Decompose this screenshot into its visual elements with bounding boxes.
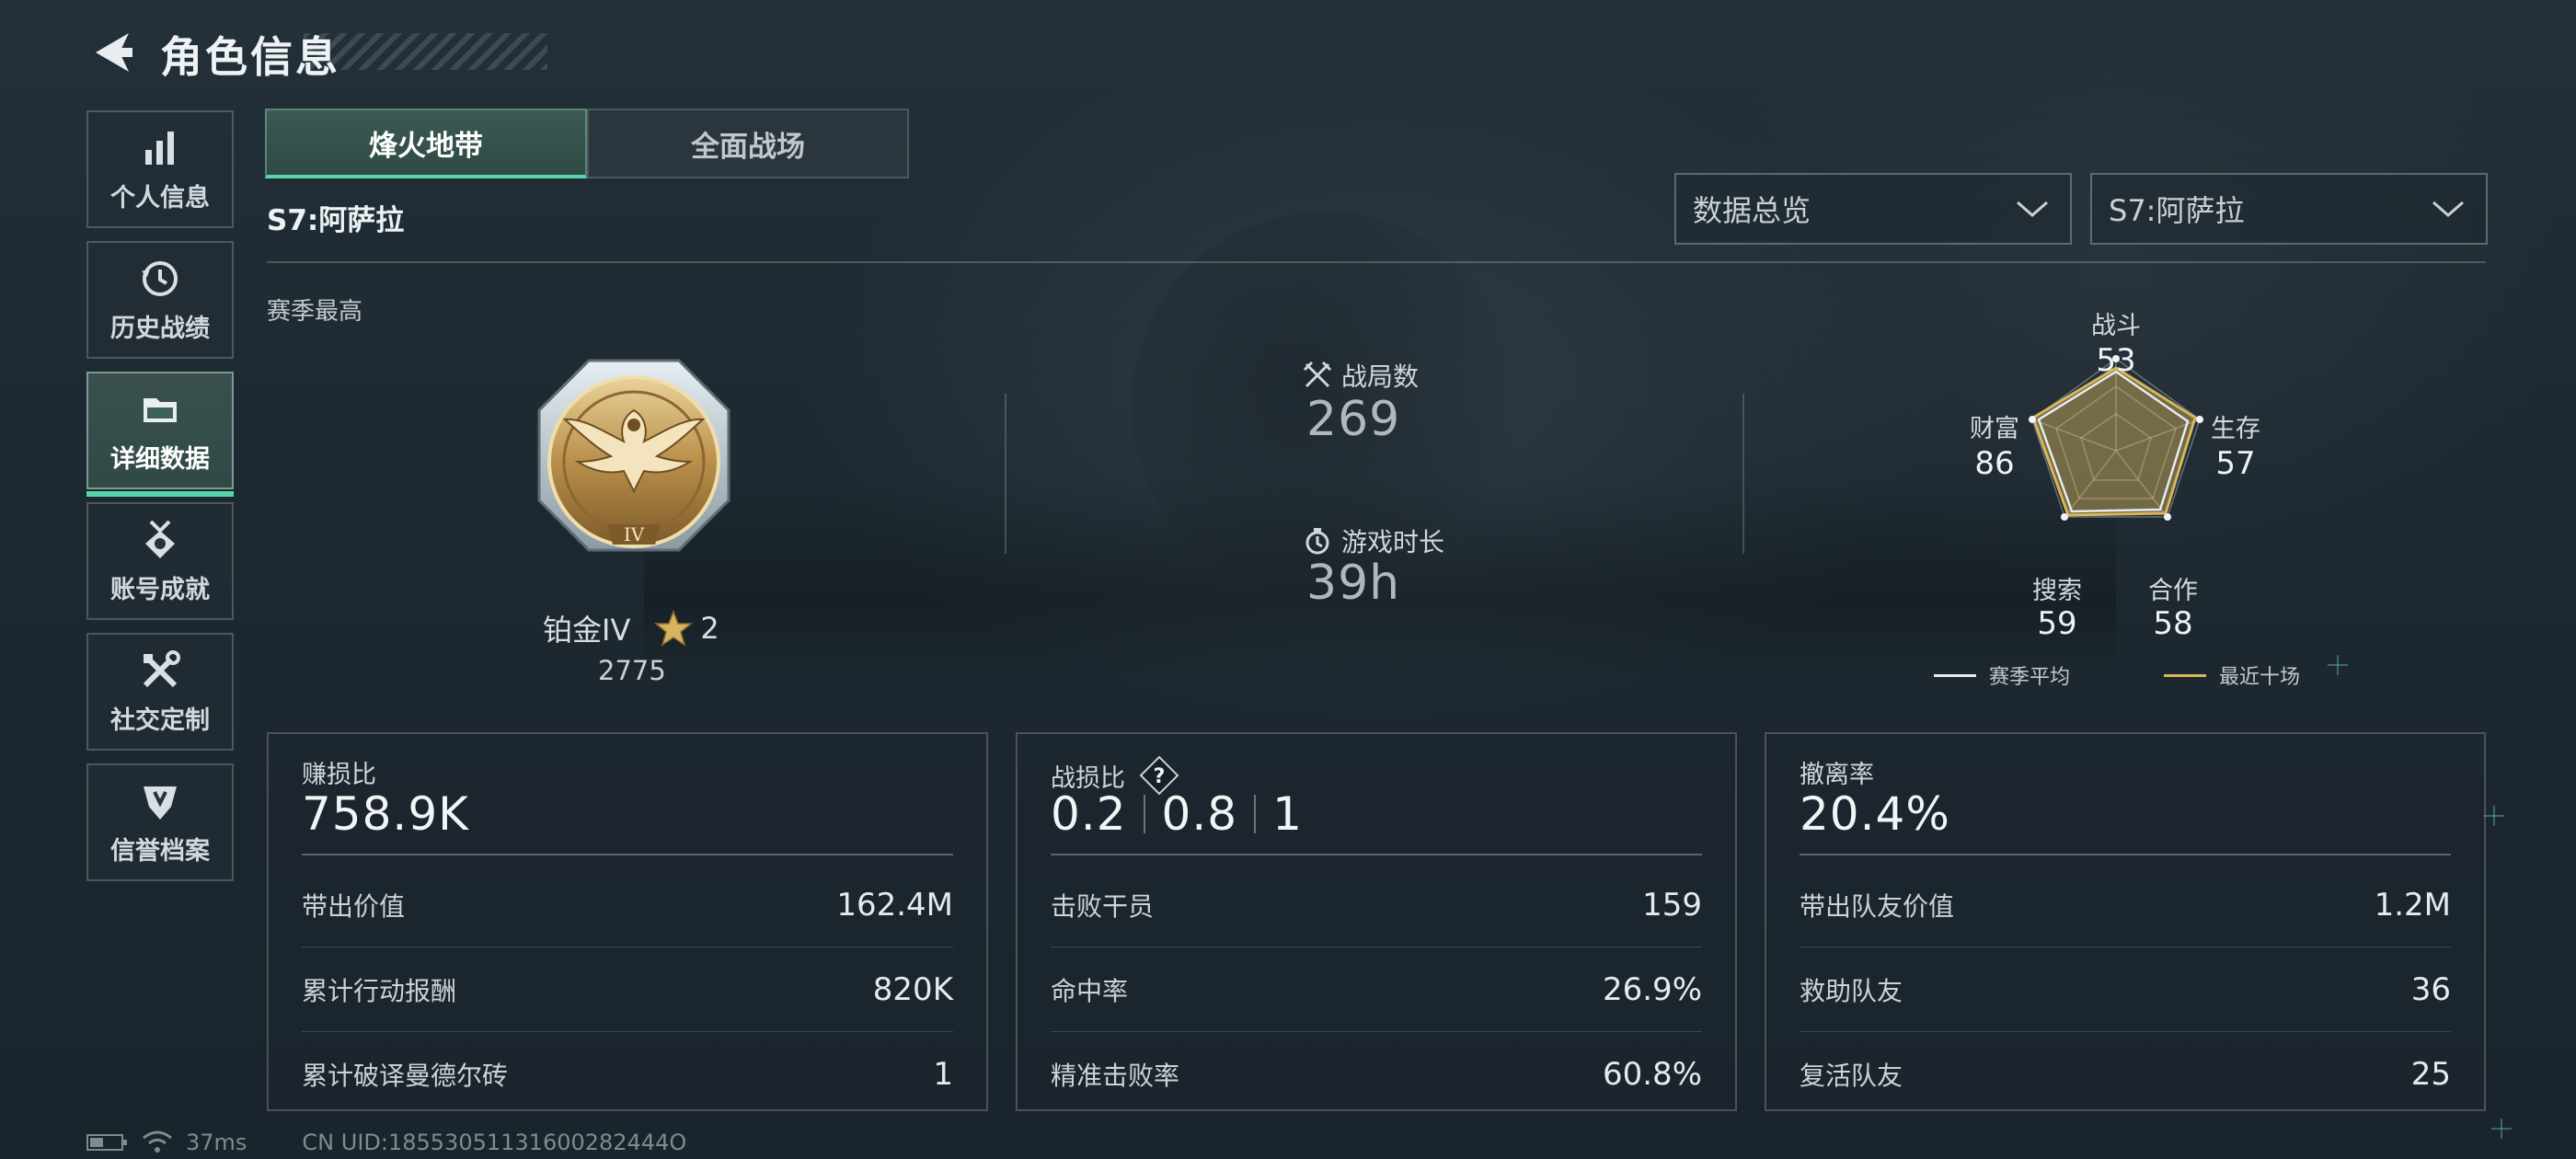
radar-axis-label: 合作 xyxy=(2148,577,2198,605)
playtime-value: 39h xyxy=(1306,556,1401,611)
decor-plus xyxy=(2491,1119,2512,1139)
panel-extraction-rate: 撤离率 20.4% 带出队友价值 1.2M 救助队友 36 复活队友 25 xyxy=(1765,732,2486,1111)
radar-axis-label: 生存 xyxy=(2211,415,2260,443)
mode-tabs: 烽火地带 全面战场 xyxy=(265,109,909,178)
radar-axis-label: 搜索 xyxy=(2032,577,2082,605)
svg-text:?: ? xyxy=(1154,765,1166,788)
sidebar-item-personal-info[interactable]: 个人信息 xyxy=(86,110,234,228)
radar-axis-value: 86 xyxy=(1974,445,2015,482)
season-select[interactable]: S7:阿萨拉 xyxy=(2090,173,2488,245)
wifi-icon xyxy=(143,1130,172,1153)
rank-stars: 2 xyxy=(700,611,719,646)
rank-info: 铂金IV 2 xyxy=(543,607,719,649)
radar-axis-value: 57 xyxy=(2215,445,2256,482)
matches-label: 战局数 xyxy=(1303,357,1419,394)
battery-icon xyxy=(86,1134,127,1151)
season-best-label: 赛季最高 xyxy=(267,298,363,326)
history-clock-icon xyxy=(142,260,178,296)
panel-title: 撤离率 xyxy=(1800,761,1874,789)
stopwatch-icon xyxy=(1305,528,1329,555)
value-separator xyxy=(1143,795,1145,833)
legend-season-average: 赛季平均 xyxy=(1934,660,2070,690)
panel-divider xyxy=(1800,854,2451,855)
sidebar-item-label: 个人信息 xyxy=(110,183,210,212)
star-icon xyxy=(654,609,694,647)
view-select[interactable]: 数据总览 xyxy=(1674,173,2072,245)
sidebar-item-label: 详细数据 xyxy=(110,444,210,474)
legend-swatch xyxy=(1934,673,1976,677)
platinum-eagle-badge-icon: IV xyxy=(537,359,730,552)
panel-divider xyxy=(1051,854,1702,855)
stat-row: 救助队友 36 xyxy=(1800,947,2451,1032)
rank-name: 铂金IV xyxy=(543,613,631,648)
sidebar-item-achievements[interactable]: 账号成就 xyxy=(86,502,234,620)
sidebar-item-label: 历史战绩 xyxy=(110,314,210,343)
legend-recent-ten: 最近十场 xyxy=(2164,660,2300,690)
chevron-down-icon xyxy=(2017,201,2048,217)
sidebar-item-detailed-data[interactable]: 详细数据 xyxy=(86,372,234,497)
panel-big-value: 20.4% xyxy=(1800,787,1950,841)
user-uid: CN UID:18553051131600282444O xyxy=(302,1130,687,1155)
status-footer: 37ms CN UID:18553051131600282444O xyxy=(86,1130,686,1155)
radar-axis-value: 53 xyxy=(2096,342,2136,379)
value-separator xyxy=(1254,795,1257,833)
ping-value: 37ms xyxy=(186,1130,247,1155)
sidebar-item-history[interactable]: 历史战绩 xyxy=(86,241,234,359)
stat-row: 复活队友 25 xyxy=(1800,1056,2451,1093)
stat-row: 命中率 26.9% xyxy=(1051,947,1702,1032)
stat-row: 击败干员 159 xyxy=(1051,863,1702,947)
section-divider xyxy=(267,261,2486,263)
back-arrow-icon[interactable] xyxy=(88,28,134,77)
tab-full-battlefield[interactable]: 全面战场 xyxy=(587,109,909,178)
view-select-value: 数据总览 xyxy=(1693,193,1811,228)
panel-divider xyxy=(302,854,953,855)
rank-score: 2775 xyxy=(598,655,666,686)
legend-swatch xyxy=(2164,673,2206,677)
sidebar-item-social[interactable]: 社交定制 xyxy=(86,633,234,751)
crossed-swords-icon xyxy=(1303,361,1332,388)
season-select-value: S7:阿萨拉 xyxy=(2109,193,2245,228)
svg-text:IV: IV xyxy=(624,523,645,545)
radar-axis-value: 59 xyxy=(2037,605,2077,642)
radar-axis-label: 战斗 xyxy=(2091,312,2141,340)
stat-row: 带出价值 162.4M xyxy=(302,863,953,947)
tab-warzone[interactable]: 烽火地带 xyxy=(265,109,587,178)
decor-plus xyxy=(2484,806,2504,826)
page-title: 角色信息 xyxy=(160,32,340,82)
panel-kd-ratio: 战损比 ? 0.2 0.8 1 击败干员 159 命中率 26.9% 精准击败率… xyxy=(1016,732,1737,1111)
bar-chart-icon xyxy=(145,131,174,165)
sidebar-item-label: 信誉档案 xyxy=(110,836,210,866)
achievement-medal-icon xyxy=(145,520,175,558)
decor-plus xyxy=(2328,655,2348,675)
sidebar-item-label: 账号成就 xyxy=(110,575,210,604)
sidebar-item-reputation[interactable]: 信誉档案 xyxy=(86,763,234,881)
radar-axis-value: 58 xyxy=(2153,605,2193,642)
crossed-tools-icon xyxy=(143,649,180,687)
sidebar-item-label: 社交定制 xyxy=(110,706,210,735)
season-name: S7:阿萨拉 xyxy=(267,204,405,237)
character-info-screen: { "header": { "title": "角色信息", "back_ico… xyxy=(0,0,2576,1159)
folder-icon xyxy=(144,397,177,422)
chevron-down-icon xyxy=(2432,201,2464,217)
stat-row: 精准击败率 60.8% xyxy=(1051,1056,1702,1093)
stat-row: 累计破译曼德尔砖 1 xyxy=(302,1056,953,1093)
stat-row: 累计行动报酬 820K xyxy=(302,947,953,1032)
panel-profit-ratio: 赚损比 758.9K 带出价值 162.4M 累计行动报酬 820K 累计破译曼… xyxy=(267,732,988,1111)
vertical-divider xyxy=(1742,394,1744,554)
radar-axis-label: 财富 xyxy=(1970,415,2019,443)
playtime-label: 游戏时长 xyxy=(1303,522,1444,559)
panel-title: 赚损比 xyxy=(302,761,376,789)
matches-value: 269 xyxy=(1306,392,1401,447)
stat-row: 带出队友价值 1.2M xyxy=(1800,863,2451,947)
panel-big-values: 0.2 0.8 1 xyxy=(1051,787,1303,841)
panel-big-value: 758.9K xyxy=(302,787,469,841)
shield-badge-icon xyxy=(144,786,177,820)
vertical-divider xyxy=(1005,394,1006,554)
